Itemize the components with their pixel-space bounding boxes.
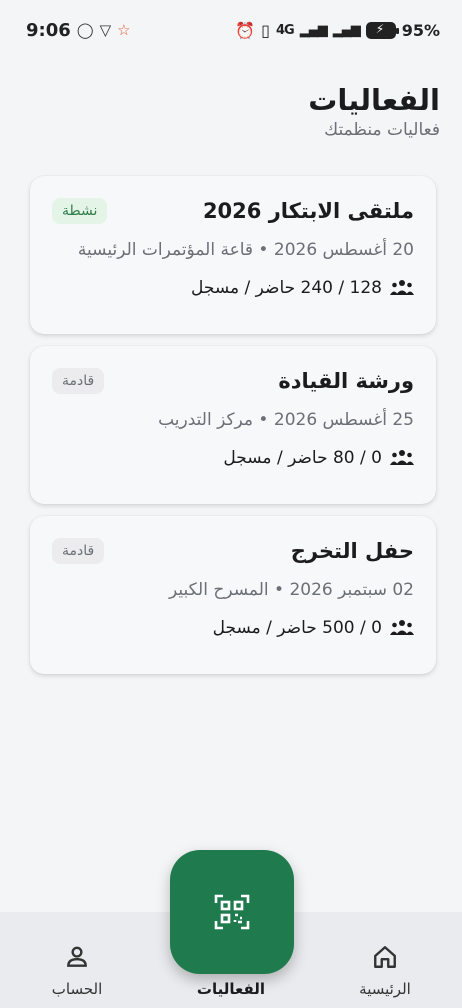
vpn-shield-icon: ▽ <box>99 21 112 39</box>
event-stats: 128 / 240 حاضر / مسجل <box>52 278 414 298</box>
event-card[interactable]: ملتقى الابتكار 2026 نشطة 20 أغسطس 2026 •… <box>30 176 436 334</box>
battery-level: 95% <box>401 20 440 40</box>
event-meta: 02 سبتمبر 2026 • المسرح الكبير <box>169 580 414 600</box>
status-bar-right: ⏰ ▯ 4G ▂▄▆ ▂▄▆ ⚡ 95% <box>235 21 440 40</box>
clock: 9:06 <box>26 19 71 41</box>
vibrate-icon: ▯ <box>261 20 270 40</box>
home-icon <box>374 946 396 968</box>
event-stats: 0 / 80 حاضر / مسجل <box>52 448 414 468</box>
event-stats-text: 0 / 80 حاضر / مسجل <box>223 448 382 468</box>
nav-events[interactable]: الفعاليات <box>154 980 308 998</box>
page-header: الفعاليات فعاليات منظمتك <box>22 82 440 140</box>
signal-icon-2: ▂▄▆ <box>332 22 361 38</box>
event-stats-text: 128 / 240 حاضر / مسجل <box>190 278 382 298</box>
qr-scan-icon <box>214 894 250 930</box>
nav-account[interactable]: الحساب <box>0 944 154 998</box>
status-badge: قادمة <box>52 538 105 564</box>
people-icon <box>390 280 414 295</box>
network-type: 4G <box>275 22 295 38</box>
alarm-icon: ⏰ <box>235 20 256 40</box>
status-bar: 9:06 ◯ ▽ ☆ ⏰ ▯ 4G ▂▄▆ ▂▄▆ ⚡ 95% <box>0 0 462 60</box>
event-card[interactable]: ورشة القيادة قادمة 25 أغسطس 2026 • مركز … <box>30 346 436 504</box>
person-icon <box>67 946 87 967</box>
event-list: ملتقى الابتكار 2026 نشطة 20 أغسطس 2026 •… <box>30 176 436 686</box>
page-subtitle: فعاليات منظمتك <box>324 120 440 140</box>
page-title: الفعاليات <box>308 83 440 117</box>
people-icon <box>390 450 414 465</box>
battery-icon: ⚡ <box>365 21 399 39</box>
nav-events-label: الفعاليات <box>196 980 266 998</box>
scan-qr-button[interactable] <box>170 850 294 974</box>
event-meta: 25 أغسطس 2026 • مركز التدريب <box>158 410 414 430</box>
event-meta: 20 أغسطس 2026 • قاعة المؤتمرات الرئيسية <box>77 240 414 260</box>
signal-icon: ▂▄▆ <box>299 22 328 38</box>
nav-account-label: الحساب <box>51 980 103 998</box>
event-stats: 0 / 500 حاضر / مسجل <box>52 618 414 638</box>
event-card[interactable]: حفل التخرج قادمة 02 سبتمبر 2026 • المسرح… <box>30 516 436 674</box>
event-title: حفل التخرج <box>290 539 414 563</box>
nav-home-label: الرئيسية <box>359 980 411 998</box>
nav-home[interactable]: الرئيسية <box>308 944 462 998</box>
event-stats-text: 0 / 500 حاضر / مسجل <box>212 618 382 638</box>
status-badge: نشطة <box>52 198 108 224</box>
status-badge: قادمة <box>52 368 105 394</box>
status-bar-left: 9:06 ◯ ▽ ☆ <box>26 20 131 41</box>
people-icon <box>390 620 414 635</box>
event-title: ورشة القيادة <box>278 369 414 393</box>
event-title: ملتقى الابتكار 2026 <box>202 199 414 223</box>
star-notification-icon: ☆ <box>117 21 131 39</box>
whatsapp-icon: ◯ <box>76 21 94 39</box>
